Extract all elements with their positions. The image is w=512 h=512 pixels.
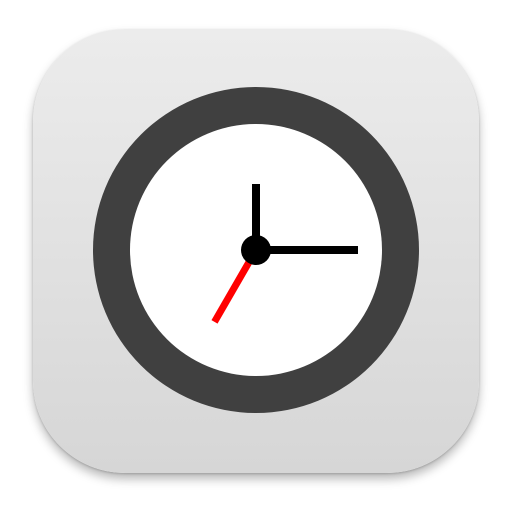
clock-hub — [241, 235, 271, 265]
clock-icon — [93, 87, 419, 413]
stage — [0, 0, 512, 512]
